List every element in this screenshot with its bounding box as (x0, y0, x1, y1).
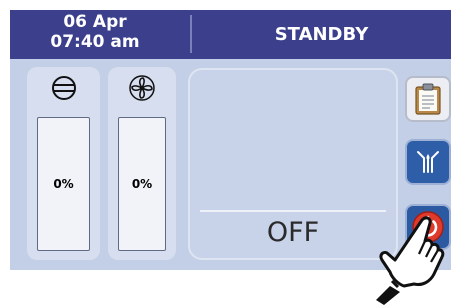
time-text: 07:40 am (50, 32, 140, 52)
status-header: 06 Apr 07:40 am STANDBY (10, 10, 451, 59)
pointing-hand-icon (376, 216, 445, 305)
fan-panel: 0% (108, 67, 176, 260)
compressor-panel: 0% (27, 67, 100, 260)
main-display-panel: OFF (188, 68, 398, 260)
date-text: 06 Apr (63, 12, 127, 32)
compressor-icon (27, 73, 100, 103)
defrost-button[interactable] (405, 139, 451, 185)
main-display-divider (200, 210, 386, 212)
unit-state-text: OFF (266, 217, 320, 248)
compressor-level-value: 0% (53, 177, 74, 191)
status-text: STANDBY (274, 24, 369, 45)
fan-level-bar: 0% (118, 117, 166, 251)
defrost-icon (417, 151, 439, 173)
datetime-display: 06 Apr 07:40 am (10, 12, 180, 52)
fan-icon (108, 73, 176, 103)
clipboard-icon (415, 83, 441, 115)
compressor-level-bar: 0% (37, 117, 90, 251)
fan-level-value: 0% (131, 177, 153, 191)
report-button[interactable] (405, 76, 451, 122)
